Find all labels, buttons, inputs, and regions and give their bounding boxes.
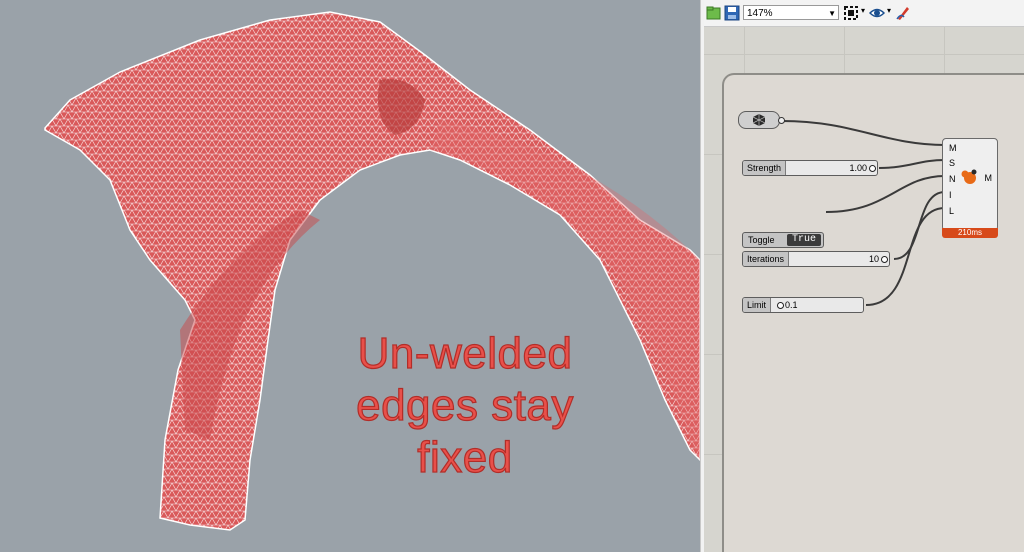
rhino-viewport[interactable]: Un-welded edges stay fixed	[0, 0, 700, 552]
iterations-label: Iterations	[743, 252, 790, 266]
toggle-label: Toggle	[748, 235, 775, 245]
slider-knob[interactable]	[777, 302, 784, 309]
kangaroo-icon	[961, 169, 977, 184]
input-l[interactable]: L	[949, 206, 954, 216]
output-m[interactable]: M	[985, 173, 993, 183]
strength-slider[interactable]: Strength 1.00	[742, 160, 878, 176]
mesh-parameter[interactable]	[738, 111, 780, 129]
kangaroo-solver[interactable]: M S N I L M 210ms	[942, 138, 998, 238]
boolean-toggle[interactable]: Toggle True	[742, 232, 824, 248]
zoom-dropdown[interactable]: 147% ▼	[743, 5, 839, 20]
chevron-down-icon[interactable]: ▾	[887, 6, 891, 15]
strength-label: Strength	[743, 161, 787, 175]
save-file-icon[interactable]	[724, 5, 740, 21]
wires	[781, 120, 946, 306]
input-i[interactable]: I	[949, 190, 952, 200]
solver-time: 210ms	[942, 228, 998, 238]
iterations-slider[interactable]: Iterations 10	[742, 251, 890, 267]
zoom-extents-icon[interactable]	[843, 5, 859, 21]
iterations-value: 10	[868, 254, 879, 264]
output-port[interactable]	[778, 117, 785, 124]
limit-label: Limit	[743, 298, 772, 312]
chevron-down-icon: ▼	[828, 9, 836, 18]
limit-slider[interactable]: Limit 0.1	[742, 297, 864, 313]
caption: Un-welded edges stay fixed	[300, 328, 630, 484]
mesh-icon	[752, 114, 766, 126]
zoom-value: 147%	[747, 8, 773, 19]
input-s[interactable]: S	[949, 158, 955, 168]
limit-value: 0.1	[785, 300, 798, 310]
preview-eye-icon[interactable]	[869, 5, 885, 21]
sketch-pen-icon[interactable]	[895, 5, 911, 21]
open-file-icon[interactable]	[706, 5, 722, 21]
caption-line: Un-welded	[357, 328, 573, 378]
slider-knob[interactable]	[869, 165, 876, 172]
slider-knob[interactable]	[881, 256, 888, 263]
caption-line: fixed	[417, 432, 513, 482]
chevron-down-icon[interactable]: ▾	[861, 6, 865, 15]
input-n[interactable]: N	[949, 174, 956, 184]
gh-toolbar: 147% ▼ ▾ ▾	[704, 0, 1024, 27]
caption-line: edges stay	[355, 380, 574, 430]
grasshopper-panel: 147% ▼ ▾ ▾ Strength 1.00 Toggle True Ite…	[704, 0, 1024, 552]
toggle-value-button[interactable]: True	[787, 234, 821, 246]
gh-canvas[interactable]: Strength 1.00 Toggle True Iterations 10 …	[704, 27, 1024, 552]
strength-value: 1.00	[849, 163, 867, 173]
input-m[interactable]: M	[949, 143, 957, 153]
